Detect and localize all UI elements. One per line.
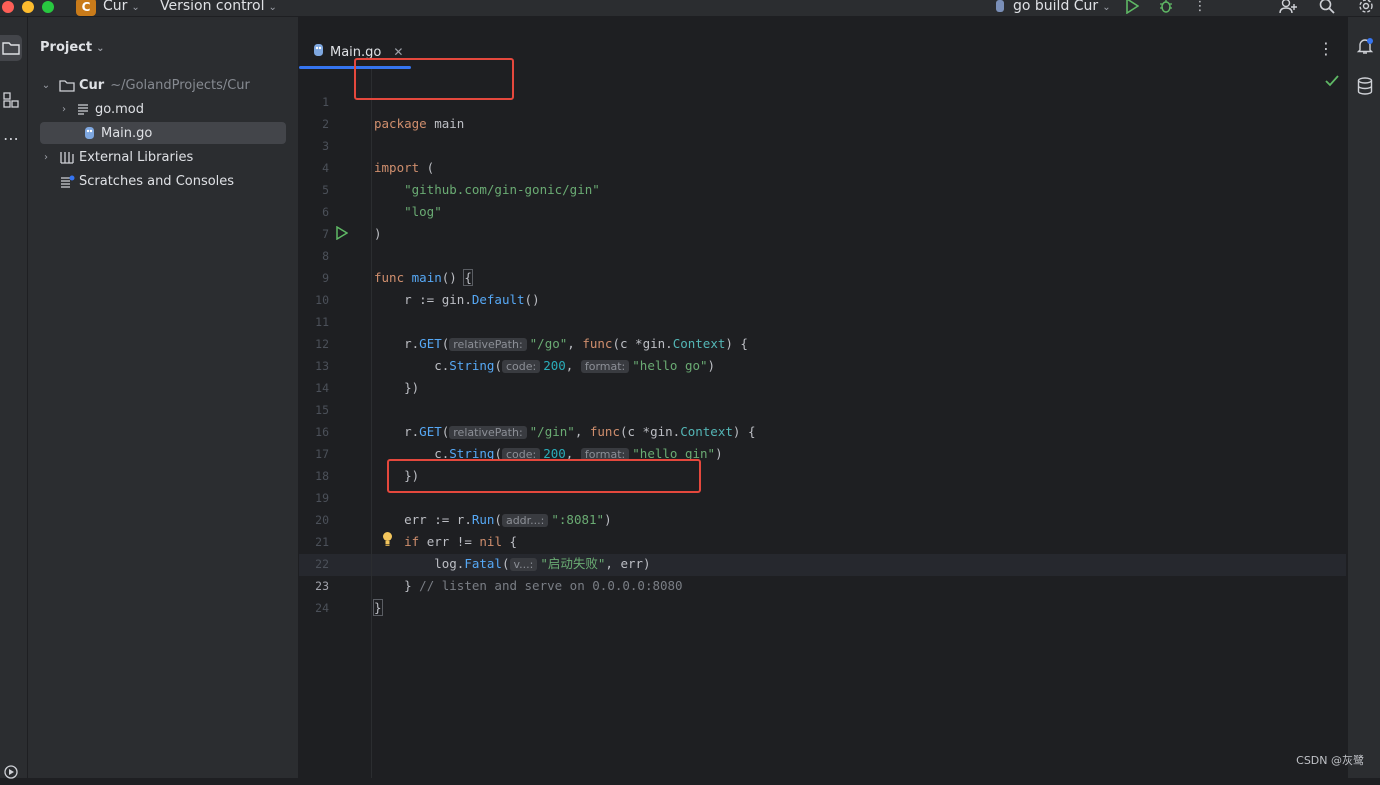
vcs-label: Version control xyxy=(160,0,265,14)
chevron-down-icon: ⌄ xyxy=(96,43,105,54)
project-name: Cur xyxy=(103,0,128,14)
notifications-bell-icon[interactable] xyxy=(1356,37,1374,59)
code-line-current[interactable]: 23 } xyxy=(299,553,1339,616)
add-user-icon[interactable] xyxy=(1278,0,1298,15)
vcs-menu[interactable]: Version control ⌄ xyxy=(160,0,277,14)
scratches-icon xyxy=(58,175,76,188)
annotation-box-run xyxy=(387,459,701,493)
chevron-right-icon[interactable]: › xyxy=(40,152,52,163)
code-line[interactable]: 5 "log" xyxy=(299,157,1339,219)
chevron-right-icon[interactable]: › xyxy=(58,104,70,115)
tree-item-scratches[interactable]: Scratches and Consoles xyxy=(40,170,286,192)
more-vertical-icon[interactable]: ⋮ xyxy=(1190,0,1210,15)
left-tool-strip: ⋯ xyxy=(0,17,28,779)
code-line[interactable]: 17 }) xyxy=(299,421,1339,483)
tree-item-path: ~/GolandProjects/Cur xyxy=(110,77,250,93)
chevron-down-icon: ⌄ xyxy=(131,2,140,13)
more-horizontal-icon[interactable]: ⋯ xyxy=(0,125,22,151)
project-panel-header[interactable]: Project ⌄ xyxy=(40,40,104,55)
annotation-box-package xyxy=(354,58,514,100)
project-panel-title: Project xyxy=(40,40,93,55)
watermark: CSDN @灰鹭 xyxy=(1296,754,1364,767)
code-line[interactable]: 9 r := gin.Default() xyxy=(299,245,1339,307)
tree-item-external-libraries[interactable]: › External Libraries xyxy=(40,146,286,168)
structure-icon xyxy=(3,92,19,108)
code-line[interactable]: 16 c.String(code: 200, format: "hello gin"… xyxy=(299,399,1339,461)
code-line[interactable]: 21 log.Fatal(v...: "启动失败", err) xyxy=(299,509,1339,571)
no-problems-check-icon[interactable] xyxy=(1325,75,1339,91)
right-tool-strip xyxy=(1347,17,1380,778)
tree-item-main-go[interactable]: Main.go xyxy=(40,122,286,144)
tree-item-go-mod[interactable]: › go.mod xyxy=(40,98,286,120)
tree-item-cur[interactable]: ⌄ Cur ~/GolandProjects/Cur xyxy=(40,74,286,96)
tree-item-label: Scratches and Consoles xyxy=(79,173,235,189)
go-file-icon xyxy=(990,0,1010,15)
matching-brace: } xyxy=(373,599,383,616)
code-editor[interactable]: Main.go ✕ ⋮ 1 package main 2 3 import ( … xyxy=(299,17,1346,778)
code-line[interactable]: 12 c.String(code: 200, format: "hello go") xyxy=(299,311,1339,373)
code-line[interactable]: 22 } // listen and serve on 0.0.0.0:8080 xyxy=(299,531,1339,593)
run-config-selector[interactable]: go build Cur ⌄ xyxy=(1013,0,1111,14)
tree-item-label: Cur xyxy=(79,77,105,93)
library-icon xyxy=(58,151,76,164)
code-line[interactable]: 6 ) xyxy=(299,179,1339,241)
title-bar: C Cur ⌄ Version control ⌄ go build Cur ⌄ ⋮ xyxy=(0,0,1380,17)
tree-item-label: go.mod xyxy=(95,101,144,117)
code-line[interactable]: 3 import ( xyxy=(299,113,1339,175)
line-number: 24 xyxy=(315,601,329,615)
zoom-window-button[interactable] xyxy=(42,1,54,13)
chevron-down-icon[interactable]: ⌄ xyxy=(40,80,52,91)
run-gutter-icon[interactable] xyxy=(336,225,349,244)
structure-tool-button[interactable] xyxy=(0,87,22,113)
chevron-down-icon: ⌄ xyxy=(268,2,277,13)
tree-item-label: Main.go xyxy=(101,125,153,141)
close-icon[interactable]: ✕ xyxy=(393,45,403,59)
minimize-window-button[interactable] xyxy=(22,1,34,13)
go-file-icon xyxy=(80,126,98,140)
code-line[interactable]: 4 "github.com/gin-gonic/gin" xyxy=(299,135,1339,197)
run-icon[interactable] xyxy=(1122,0,1142,15)
lightbulb-icon[interactable] xyxy=(382,531,393,551)
code-line[interactable]: 7 xyxy=(299,201,1339,241)
project-switcher[interactable]: Cur ⌄ xyxy=(103,0,140,14)
project-badge[interactable]: C xyxy=(76,0,96,16)
code-line[interactable]: 24 xyxy=(299,575,1339,615)
folder-icon xyxy=(2,42,20,55)
code-line[interactable]: 14 xyxy=(299,355,1339,395)
go-file-icon xyxy=(313,43,324,61)
chevron-down-icon: ⌄ xyxy=(1102,2,1111,13)
code-line[interactable]: 13 }) xyxy=(299,333,1339,395)
database-icon[interactable] xyxy=(1357,77,1373,99)
folder-icon xyxy=(58,79,76,92)
close-window-button[interactable] xyxy=(2,1,14,13)
debug-icon[interactable] xyxy=(1156,0,1176,15)
project-tool-button[interactable] xyxy=(0,35,22,61)
code-line[interactable]: 15 r.GET(relativePath: "/gin", func(c *gi… xyxy=(299,377,1339,439)
code-line[interactable]: 11 r.GET(relativePath: "/go", func(c *gin… xyxy=(299,289,1339,351)
more-vertical-icon[interactable]: ⋮ xyxy=(1318,39,1334,58)
project-panel: Project ⌄ ⌄ Cur ~/GolandProjects/Cur › go… xyxy=(28,17,299,778)
search-icon[interactable] xyxy=(1317,0,1337,15)
text-file-icon xyxy=(74,103,92,115)
settings-gear-icon[interactable] xyxy=(1356,0,1376,15)
run-config-label: go build Cur xyxy=(1013,0,1099,14)
code-line[interactable]: 10 xyxy=(299,267,1339,307)
code-line[interactable]: 8 func main() { xyxy=(299,223,1339,286)
services-tool-button[interactable] xyxy=(0,759,22,785)
tree-item-label: External Libraries xyxy=(79,149,194,165)
